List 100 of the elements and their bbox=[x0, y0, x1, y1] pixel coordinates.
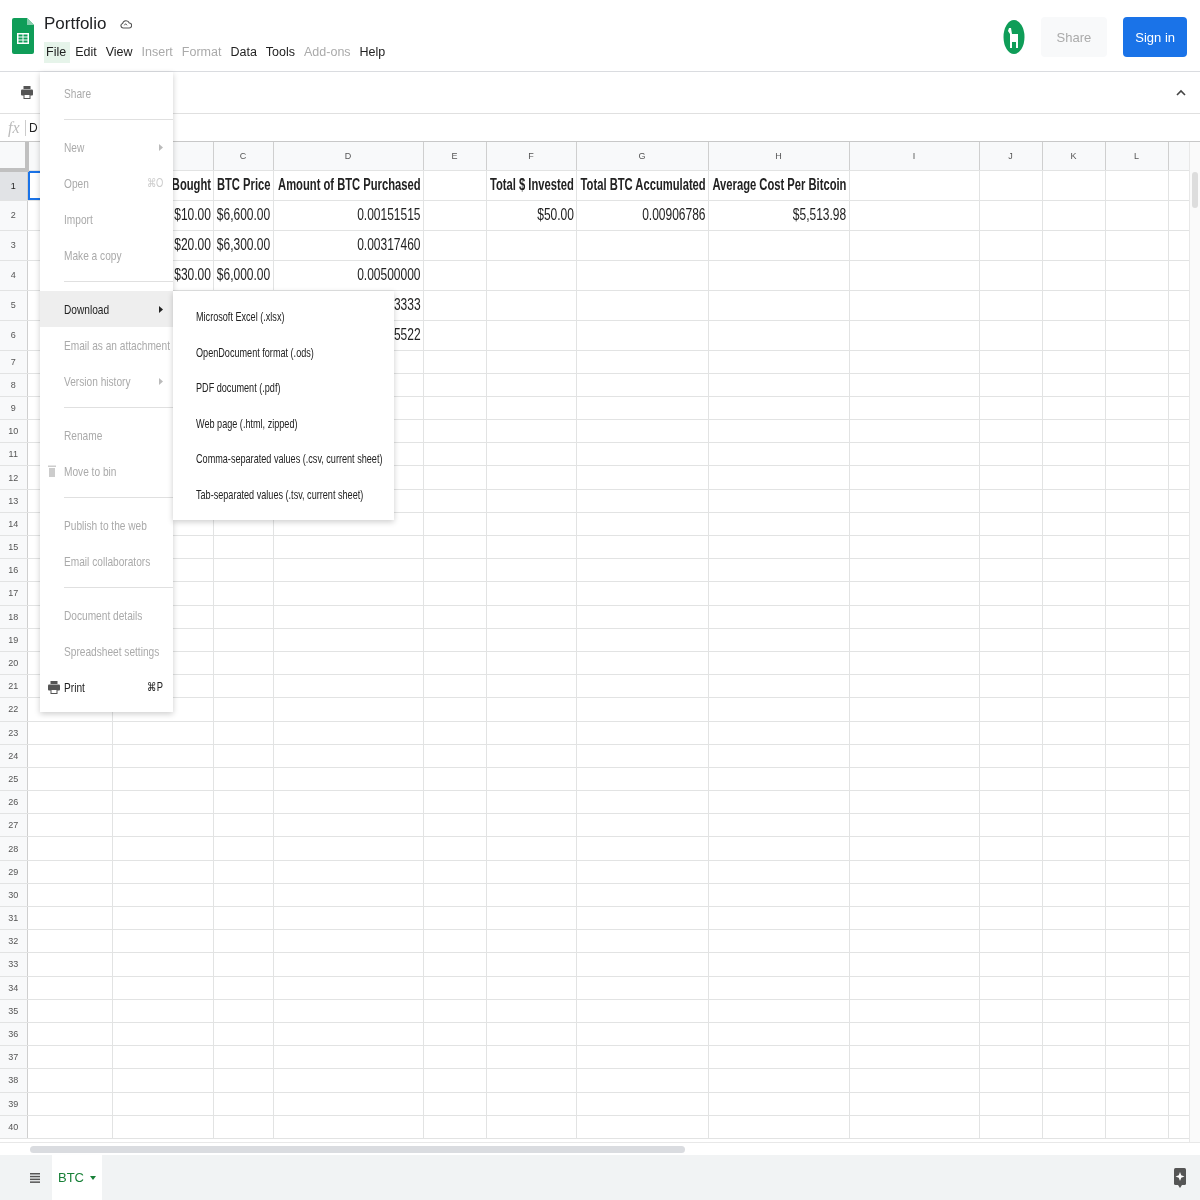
row-number[interactable]: 22 bbox=[0, 697, 27, 721]
row-number[interactable]: 12 bbox=[0, 465, 27, 490]
row-number[interactable]: 26 bbox=[0, 790, 27, 814]
row-number[interactable]: 28 bbox=[0, 836, 27, 861]
row-number[interactable]: 36 bbox=[0, 1022, 27, 1046]
animal-avatar-icon[interactable] bbox=[1002, 19, 1025, 55]
row-number[interactable]: 34 bbox=[0, 976, 27, 1000]
column-header[interactable]: H bbox=[775, 150, 782, 161]
table-cell: $10.00 bbox=[173, 206, 211, 224]
column-header[interactable]: I bbox=[912, 150, 916, 161]
row-number[interactable]: 18 bbox=[0, 605, 27, 629]
menu-item[interactable]: Web page (.html, zipped) bbox=[173, 405, 394, 441]
row-number[interactable]: 14 bbox=[0, 512, 27, 536]
row-number[interactable]: 17 bbox=[0, 581, 27, 606]
row-number[interactable]: 11 bbox=[0, 442, 27, 466]
table-cell: $20.00 bbox=[173, 236, 211, 254]
row-number[interactable]: 24 bbox=[0, 744, 27, 768]
menu-item[interactable]: View bbox=[101, 42, 137, 63]
menu-item[interactable]: Data bbox=[226, 42, 261, 63]
column-header[interactable]: G bbox=[638, 150, 646, 161]
table-cell: 0.00906786 bbox=[642, 206, 706, 224]
row-number[interactable]: 30 bbox=[0, 883, 27, 907]
menu-item[interactable]: Download bbox=[40, 291, 173, 327]
table-cell: $6,000.00 bbox=[217, 266, 271, 284]
row-number[interactable]: 29 bbox=[0, 860, 27, 884]
table-cell: $30.00 bbox=[173, 266, 211, 284]
row-number[interactable]: 38 bbox=[0, 1068, 27, 1092]
sheets-logo-icon[interactable] bbox=[12, 18, 34, 54]
row-number[interactable]: 2 bbox=[0, 200, 27, 230]
table-cell: 5522 bbox=[393, 326, 421, 344]
collapse-caret-icon[interactable] bbox=[1176, 89, 1186, 96]
column-header[interactable]: F bbox=[528, 150, 534, 161]
table-cell: Amount of BTC Purchased bbox=[278, 176, 421, 194]
table-cell: Average Cost Per Bitcoin bbox=[712, 176, 847, 194]
print-icon bbox=[48, 680, 60, 694]
scrollbar-thumb[interactable] bbox=[1192, 172, 1198, 208]
table-cell: $6,300.00 bbox=[217, 236, 271, 254]
menu-item[interactable]: Microsoft Excel (.xlsx) bbox=[173, 299, 394, 335]
row-number[interactable]: 32 bbox=[0, 929, 27, 953]
row-number[interactable]: 23 bbox=[0, 721, 27, 745]
table-cell: 0.00151515 bbox=[357, 206, 421, 224]
scrollbar-thumb[interactable] bbox=[30, 1146, 685, 1153]
list-icon[interactable] bbox=[30, 1172, 40, 1183]
row-number[interactable]: 13 bbox=[0, 489, 27, 513]
explore-icon[interactable] bbox=[1174, 1167, 1186, 1188]
column-header[interactable]: D bbox=[344, 150, 352, 161]
menu-item[interactable]: Print ⌘P bbox=[40, 669, 173, 705]
row-number[interactable]: 33 bbox=[0, 952, 27, 977]
column-header[interactable]: J bbox=[1008, 150, 1013, 161]
print-icon[interactable] bbox=[21, 86, 33, 99]
table-cell: 0.00317460 bbox=[357, 236, 421, 254]
document-title[interactable]: Portfolio bbox=[44, 14, 107, 34]
table-cell: Total BTC Accumulated bbox=[580, 176, 706, 194]
row-number[interactable]: 21 bbox=[0, 674, 27, 698]
sheet-tab[interactable]: BTC bbox=[52, 1155, 102, 1200]
row-number[interactable]: 5 bbox=[0, 290, 27, 320]
shortcut-label: ⌘P bbox=[147, 680, 163, 694]
menu-item[interactable]: Help bbox=[355, 42, 390, 63]
row-number[interactable]: 3 bbox=[0, 230, 27, 260]
row-number[interactable]: 8 bbox=[0, 373, 27, 397]
row-number[interactable]: 39 bbox=[0, 1092, 27, 1116]
table-cell: $6,600.00 bbox=[217, 206, 271, 224]
cloud-status-icon[interactable] bbox=[120, 18, 133, 30]
column-header[interactable]: L bbox=[1134, 150, 1139, 161]
menu-item[interactable]: Tab-separated values (.tsv, current sheet) bbox=[173, 476, 394, 512]
table-cell: $50.00 bbox=[536, 206, 574, 224]
row-number[interactable]: 16 bbox=[0, 558, 27, 582]
menu-item[interactable]: OpenDocument format (.ods) bbox=[173, 334, 394, 370]
row-number[interactable]: 37 bbox=[0, 1045, 27, 1069]
row-number[interactable]: 40 bbox=[0, 1115, 27, 1139]
menu-item[interactable]: Tools bbox=[261, 42, 300, 63]
row-number[interactable]: 15 bbox=[0, 535, 27, 559]
row-number[interactable]: 27 bbox=[0, 813, 27, 837]
row-number[interactable]: 10 bbox=[0, 419, 27, 443]
menu-item[interactable]: Comma-separated values (.csv, current sheet) bbox=[173, 441, 394, 477]
menu-item[interactable]: File bbox=[44, 42, 71, 63]
column-header[interactable]: E bbox=[451, 150, 458, 161]
row-number[interactable]: 4 bbox=[0, 260, 27, 290]
column-header[interactable]: K bbox=[1070, 150, 1077, 161]
column-header[interactable]: C bbox=[239, 150, 247, 161]
trash-icon bbox=[48, 465, 56, 477]
table-cell: Bought bbox=[171, 176, 211, 194]
row-number[interactable]: 25 bbox=[0, 767, 27, 791]
dropdown-caret-icon[interactable] bbox=[90, 1175, 96, 1180]
row-number[interactable]: 20 bbox=[0, 651, 27, 675]
row-number[interactable]: 31 bbox=[0, 906, 27, 930]
table-cell: $5,513.98 bbox=[793, 206, 847, 224]
row-number[interactable]: 6 bbox=[0, 320, 27, 350]
row-number[interactable]: 19 bbox=[0, 628, 27, 652]
table-cell: 3333 bbox=[393, 296, 421, 314]
row-number[interactable]: 1 bbox=[0, 170, 27, 200]
formula-value[interactable]: D bbox=[29, 120, 38, 135]
sign-in-button[interactable]: Sign in bbox=[1123, 17, 1187, 57]
table-cell: Total $ Invested bbox=[489, 176, 574, 194]
row-number[interactable]: 35 bbox=[0, 999, 27, 1023]
function-label: fx bbox=[8, 118, 21, 137]
row-number[interactable]: 7 bbox=[0, 350, 27, 374]
row-number[interactable]: 9 bbox=[0, 396, 27, 420]
menu-item[interactable]: PDF document (.pdf) bbox=[173, 370, 394, 406]
menu-item[interactable]: Edit bbox=[71, 42, 101, 63]
